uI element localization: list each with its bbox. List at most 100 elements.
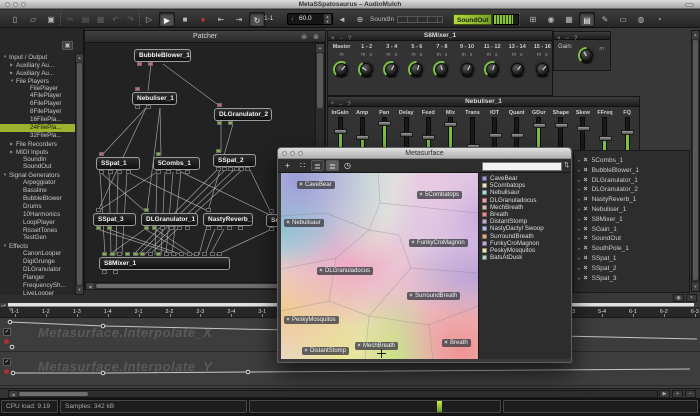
expand-arrow-icon[interactable]: ▸ [578,197,581,203]
patcher-node-dlgranulator-2[interactable]: DLGranulator_2 [214,108,272,121]
contraption-row-dlgranulator-1[interactable]: ▸×DLGranulator_1 [574,176,689,186]
solo-button[interactable]: s [470,52,473,58]
scroll-left-icon[interactable]: ◀ [9,391,17,397]
slider-handle[interactable] [577,126,590,131]
slider-handle[interactable] [621,130,634,135]
port-green-icon[interactable] [152,226,157,230]
port-pink-icon[interactable] [137,62,142,66]
port-dark-icon[interactable] [202,252,207,256]
contraption-row-s8mixer-1[interactable]: ▸×S8Mixer_1 [574,215,689,225]
port-green-icon[interactable] [107,226,112,230]
automation-x-icon[interactable]: × [584,235,588,242]
automation-point[interactable] [101,371,105,375]
mute-button[interactable]: m [411,52,415,58]
slider-handle[interactable] [422,135,435,140]
automation-point[interactable] [11,371,15,375]
automation-view-icon[interactable]: ▤ [579,12,595,27]
port-dark-icon[interactable] [206,208,211,212]
port-dark-icon[interactable] [216,167,221,171]
sidebar-item-signal-generators[interactable]: ▼Signal Generators [0,171,75,179]
channel-gain-knob[interactable] [408,61,425,78]
surface-snapshot-mechbreath[interactable]: MechBreath [355,342,398,350]
sidebar-item-file-players[interactable]: ▼File Players [0,77,75,85]
patcher-node-sspat-1[interactable]: SSpat_1 [96,157,140,170]
port-dark-icon[interactable] [239,167,244,171]
slider-handle[interactable] [533,123,546,128]
slider-handle[interactable] [400,132,413,137]
mute-button[interactable]: m [512,52,516,58]
scrollbar-thumb[interactable] [77,63,82,285]
surface-snapshot-breath[interactable]: Breath [442,339,471,347]
loop-icon[interactable]: ↻ [249,12,265,27]
port-dark-icon[interactable] [99,170,104,174]
patcher-node-bubbleblower-1[interactable]: BubbleBlower_1 [134,49,191,62]
slider-handle[interactable] [511,133,524,138]
port-dark-icon[interactable] [169,226,174,230]
expand-arrow-icon[interactable]: ▸ [578,178,581,184]
port-dark-icon[interactable] [108,170,113,174]
expand-arrow-icon[interactable]: ▸ [578,207,581,213]
patch-cable[interactable] [216,230,270,255]
detail-list-view-icon[interactable]: ≣ [326,160,339,171]
gain-knob-control[interactable] [578,47,595,64]
sidebar-item-auxiliary-au-[interactable]: ▶Auxiliary Au... [0,69,75,77]
slider-handle[interactable] [356,135,369,140]
redo-icon[interactable]: ↷ [123,12,138,27]
copy-icon[interactable]: ▤ [78,12,93,27]
snapshot-item-surroundbreath[interactable]: SurroundBreath [479,233,571,240]
port-green-icon[interactable] [133,252,138,256]
mute-button[interactable]: m [462,52,466,58]
nebuliser-minimize-button[interactable]: − [339,102,343,108]
gain-knob[interactable] [578,45,595,64]
tempo-value[interactable]: 60.0 [299,15,312,22]
snapshot-icon[interactable]: ◍ [633,12,649,27]
port-dark-icon[interactable] [194,252,199,256]
automation-x-icon[interactable]: × [584,255,588,262]
cut-icon[interactable]: ✂ [63,12,78,27]
automation-x-icon[interactable]: × [584,245,588,252]
scrollbar-thumb[interactable] [19,392,88,396]
port-dark-icon[interactable] [245,167,250,171]
open-file-icon[interactable]: ▱ [25,12,41,27]
sidebar-item-soundin[interactable]: SoundIn [0,156,75,164]
snapshot-item-batsatdusk[interactable]: BatsAtDusk [479,254,571,261]
patcher-node-nebuliser-1[interactable]: Nebuliser_1 [132,92,177,105]
zoom-in-icon[interactable]: + [672,390,683,398]
sidebar-item-canonlooper[interactable]: CanonLooper [0,250,75,258]
speaker-icon[interactable]: ◄ [334,12,350,27]
sidebar-item-auxiliary-au-[interactable]: ▶Auxiliary Au... [0,61,75,69]
automation-x-icon[interactable]: × [584,275,588,282]
sidebar-item-soundout[interactable]: SoundOut [0,163,75,171]
port-dark-icon[interactable] [171,252,176,256]
sidebar-item-livelooper[interactable]: LiveLooper [0,290,75,295]
sidebar-item-testgen[interactable]: TestGen [0,234,75,242]
solo-button[interactable]: s [395,52,398,58]
channel-gain-knob[interactable] [459,61,476,78]
port-pink-icon[interactable] [217,103,222,107]
port-dark-icon[interactable] [179,252,184,256]
edit-pen-icon[interactable]: ✎ [597,12,613,27]
sort-icon[interactable]: ⇅ [564,161,569,169]
mixer-close-button[interactable]: × [331,36,335,42]
list-view-icon[interactable]: ≣ [311,160,324,171]
expand-arrow-icon[interactable]: ▸ [578,236,581,242]
port-green-icon[interactable] [102,252,107,256]
sidebar-item-8fileplayer[interactable]: 8FilePlayer [0,108,75,116]
port-dark-icon[interactable] [113,270,118,274]
scrollbar-thumb[interactable] [96,284,291,288]
slider-handle[interactable] [444,122,457,127]
follow-icon[interactable]: ▷ [141,12,157,27]
patch-cable[interactable] [148,64,151,91]
surface-snapshot-peskymosquitos[interactable]: PeskyMosquitos [284,316,339,324]
expand-arrow-icon[interactable]: ▸ [578,187,581,193]
expand-arrow-icon[interactable]: ▸ [578,256,581,262]
automation-x-icon[interactable]: × [584,265,588,272]
surface-snapshot-funkycromagnon[interactable]: FunkyCroMagnon [409,239,468,247]
port-dark-icon[interactable] [164,252,169,256]
surface-cursor-crosshair[interactable] [381,349,382,358]
port-dark-icon[interactable] [148,252,153,256]
new-file-icon[interactable]: ▯ [7,12,23,27]
port-dark-icon[interactable] [102,270,107,274]
port-dark-icon[interactable] [156,170,161,174]
expand-arrow-icon[interactable]: ▸ [578,276,581,282]
